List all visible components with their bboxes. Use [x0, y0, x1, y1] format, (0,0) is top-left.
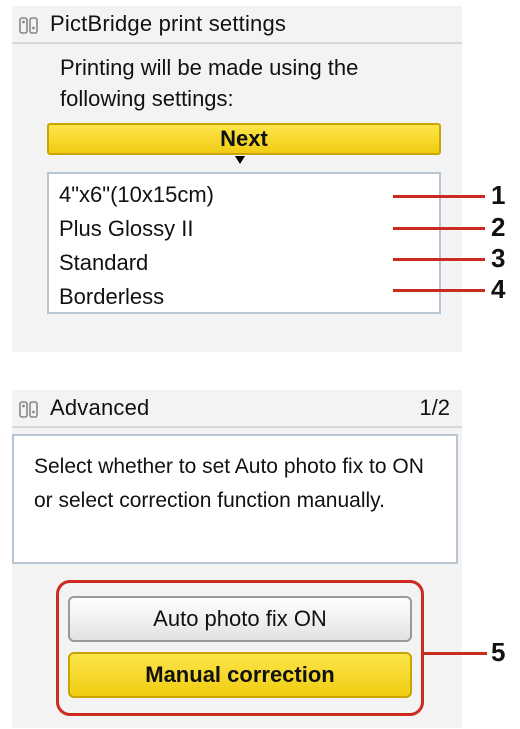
auto-photo-fix-on-button[interactable]: Auto photo fix ON: [68, 596, 412, 642]
printer-settings-icon: [19, 17, 38, 34]
callout-number-5: 5: [491, 637, 506, 667]
callout-line-2: [393, 227, 485, 230]
next-button[interactable]: Next: [47, 123, 441, 155]
callout-line-5: [421, 652, 487, 655]
callout-line-3: [393, 258, 485, 261]
setting-print-quality: Standard: [59, 250, 149, 275]
pictbridge-settings-screen: PictBridge print settings Printing will …: [12, 6, 462, 352]
callout-number-4: 4: [491, 274, 506, 304]
description-box: Select whether to set Auto photo fix to …: [12, 434, 458, 564]
manual-correction-button[interactable]: Manual correction: [68, 652, 412, 698]
screen-title: PictBridge print settings: [50, 11, 287, 36]
title-bar: PictBridge print settings: [12, 6, 462, 44]
callout-number-3: 3: [491, 243, 506, 273]
setting-paper-size: 4"x6"(10x15cm): [59, 182, 215, 207]
callout-number-1: 1: [491, 180, 506, 210]
advanced-screen: Advanced 1/2 Select whether to set Auto …: [12, 390, 462, 728]
setting-layout: Borderless: [59, 284, 165, 309]
screen-title: Advanced: [50, 395, 150, 420]
description-text: Select whether to set Auto photo fix to …: [34, 455, 424, 512]
info-message: Printing will be made using the followin…: [60, 55, 359, 111]
callout-line-1: [393, 195, 485, 198]
page-indicator: 1/2: [419, 395, 450, 420]
down-arrow-icon: [235, 156, 245, 164]
printer-settings-icon: [19, 401, 38, 418]
callout-number-2: 2: [491, 212, 506, 242]
setting-media-type: Plus Glossy II: [59, 216, 194, 241]
settings-list: 4"x6"(10x15cm) Plus Glossy II Standard B…: [47, 172, 441, 314]
callout-line-4: [393, 289, 485, 292]
title-bar: Advanced 1/2: [12, 390, 462, 428]
